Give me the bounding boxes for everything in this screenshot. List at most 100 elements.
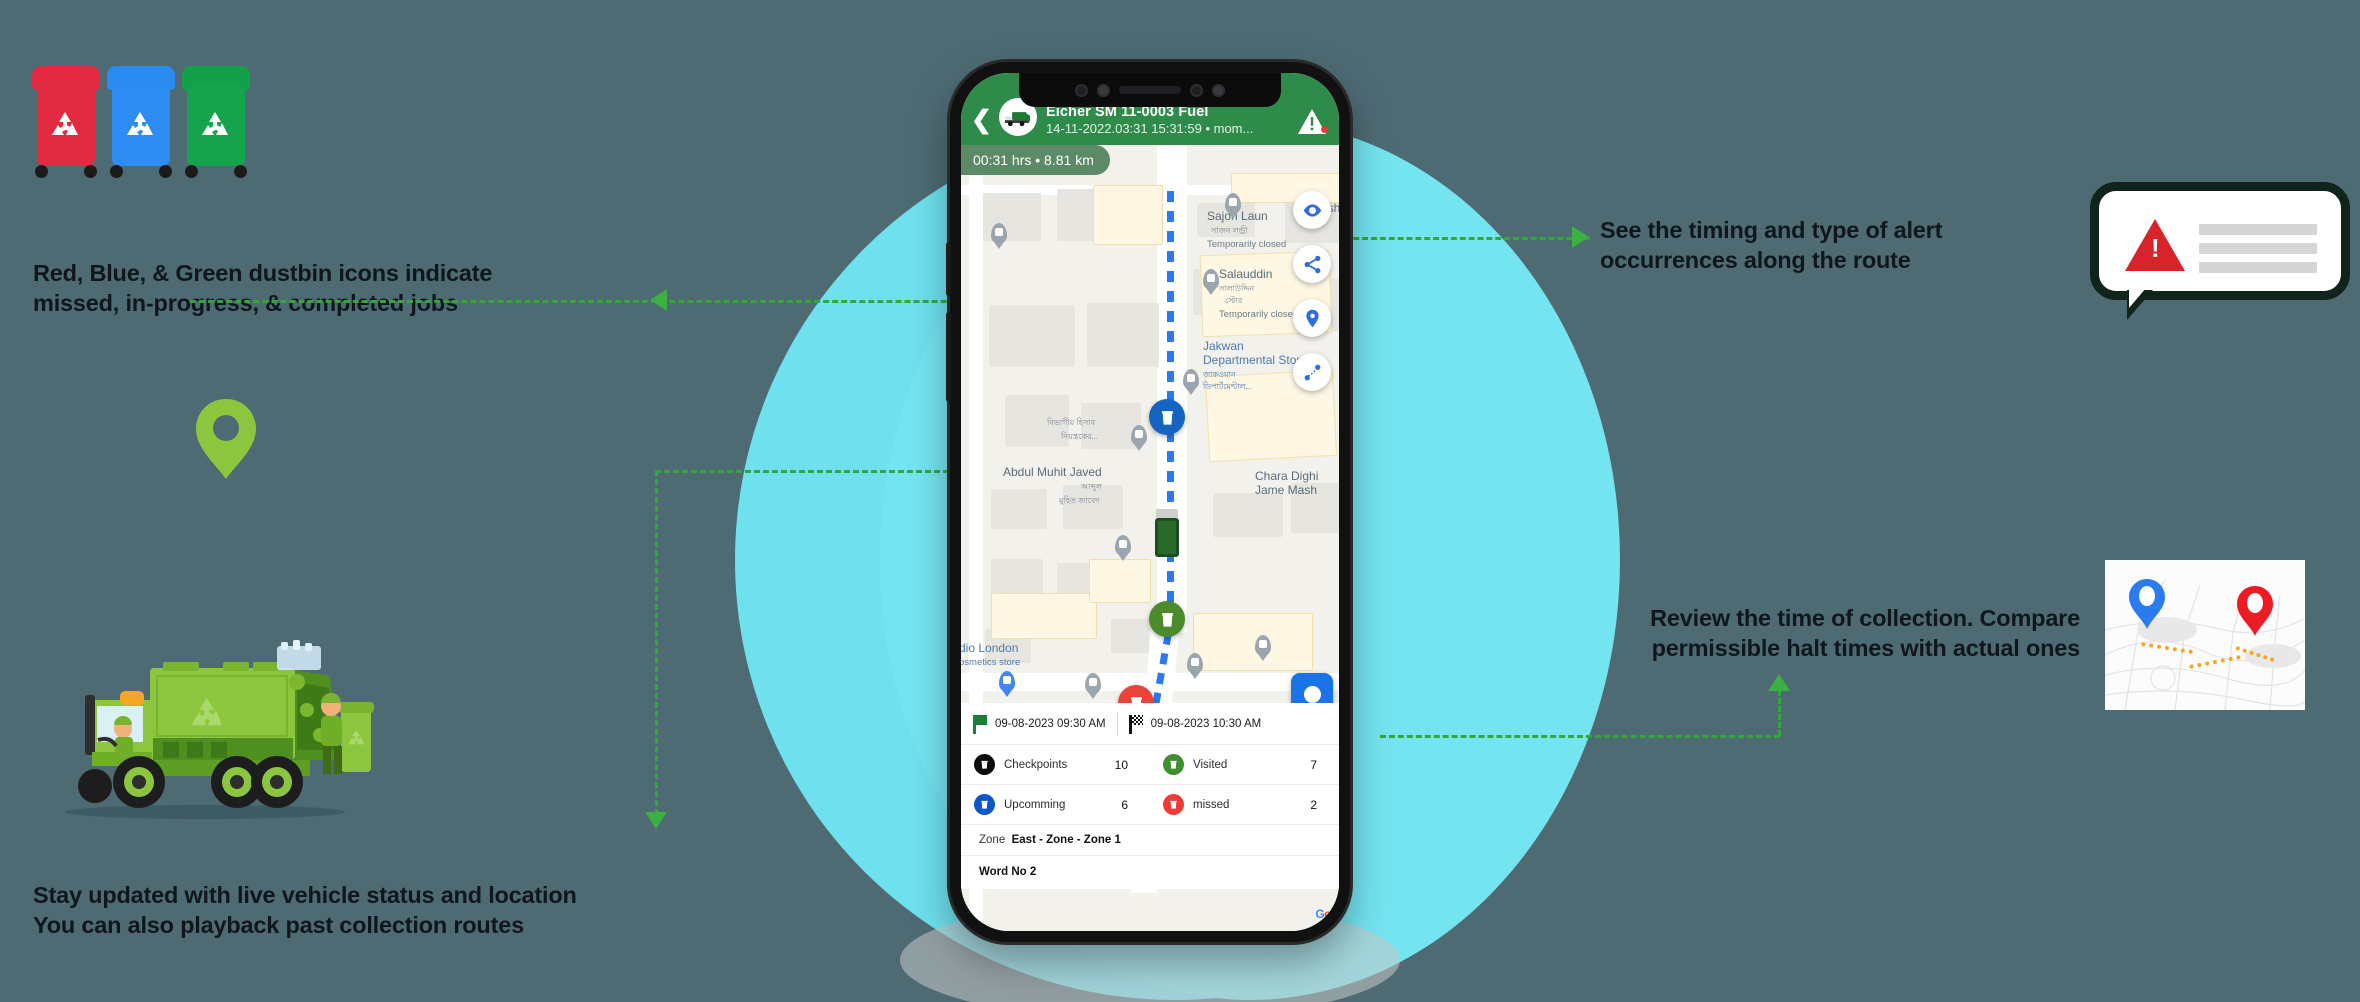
map-label: আব্দুল <box>1081 482 1102 491</box>
start-time-item: 09-08-2023 09:30 AM <box>973 714 1106 734</box>
zone-row: Zone East - Zone - Zone 1 <box>961 825 1339 856</box>
stat-value: 2 <box>1310 797 1317 812</box>
google-watermark: Go <box>1315 907 1331 921</box>
annotation-live-status: Stay updated with live vehicle status an… <box>33 880 753 940</box>
poi-pin-icon <box>991 223 1007 244</box>
bin-icon <box>1163 794 1184 815</box>
sensor-icon <box>1212 83 1225 97</box>
stat-value: 7 <box>1310 757 1317 772</box>
dustbin-illustration <box>32 48 285 193</box>
start-pin-icon <box>2129 579 2165 629</box>
bin-icon <box>1163 754 1184 775</box>
poi-pin-icon <box>1187 653 1203 674</box>
eye-icon <box>1303 203 1321 217</box>
marker-vehicle[interactable] <box>1154 507 1180 559</box>
connector-line-halt <box>1380 735 1780 738</box>
alert-button[interactable] <box>1297 108 1328 135</box>
garbage-truck-illustration <box>65 640 374 819</box>
marker-checkpoint-visited[interactable] <box>1149 601 1185 637</box>
annotation-line: missed, in-progress, & completed jobs <box>33 290 458 317</box>
poi-pin-icon <box>1225 193 1241 214</box>
warning-triangle-icon: ! <box>2125 219 2185 271</box>
stat-label: Checkpoints <box>1004 758 1068 771</box>
map-label: মুহিত জাবেদ <box>1059 496 1100 505</box>
poi-pin-icon <box>999 671 1015 692</box>
map-pin-illustration <box>196 399 256 479</box>
end-time-text: 09-08-2023 10:30 AM <box>1150 718 1262 730</box>
sensor-icon <box>1097 83 1110 97</box>
annotation-line: occurrences along the route <box>1600 247 1911 274</box>
alert-badge <box>1321 126 1328 133</box>
camera-icon <box>1075 83 1088 97</box>
map-label: Temporarily closed <box>1207 239 1287 250</box>
map-label: Departmental Store <box>1203 353 1308 367</box>
annotation-line: Stay updated with live vehicle status an… <box>33 882 577 908</box>
stat-missed[interactable]: missed 2 <box>1150 785 1339 825</box>
connector-arrow-halt <box>1768 674 1790 691</box>
map-label: osmetics store <box>961 657 1021 668</box>
divider <box>1116 712 1118 736</box>
zone-label: Zone <box>979 834 1006 846</box>
map-label: dio London <box>961 641 1019 655</box>
start-time-text: 09-08-2023 09:30 AM <box>995 718 1106 730</box>
stat-checkpoints[interactable]: Checkpoints 10 <box>961 745 1150 785</box>
map-label: Abdul Muhit Javed <box>1003 465 1102 479</box>
map-label: সাজন লন্ড্রী <box>1211 226 1248 235</box>
recenter-icon <box>1303 685 1321 703</box>
ward-row: Word No 2 <box>979 866 1037 878</box>
recycle-icon <box>52 112 78 135</box>
green-flag-icon <box>973 714 988 734</box>
earpiece-speaker <box>1119 86 1181 94</box>
phone-mockup: Sajon Laun সাজন লন্ড্রী Temporarily clos… <box>946 62 1350 942</box>
vehicle-top-icon <box>1155 509 1179 557</box>
map-control-place-icon[interactable] <box>1293 299 1331 337</box>
annotation-dustbin-legend: Red, Blue, & Green dustbin icons indicat… <box>33 258 493 318</box>
bubble-text-lines <box>2199 224 2317 281</box>
poi-pin-icon <box>1183 369 1199 390</box>
map-label: স্টোর <box>1225 296 1243 305</box>
vehicle-subtitle: 14-11-2022.03:31 15:31:59 • mom... <box>1045 120 1254 136</box>
route-map-thumbnail <box>2105 560 2305 710</box>
bubble-tail-inner <box>2129 288 2146 308</box>
connector-arrow-dustbin <box>650 289 667 311</box>
connector-line-halt-v <box>1778 690 1781 736</box>
bin-icon <box>974 754 995 775</box>
map-control-share-icon[interactable] <box>1293 245 1331 283</box>
connector-arrow-alerts <box>1572 226 1589 248</box>
share-icon <box>1304 255 1320 273</box>
map-label: Chara Dighi <box>1255 469 1319 483</box>
checkered-flag-icon <box>1128 714 1144 734</box>
bin-icon <box>1161 410 1173 425</box>
annotation-line: Review the time of collection. Compare <box>1650 605 2080 631</box>
marker-checkpoint-upcoming[interactable] <box>1149 399 1185 435</box>
connector-arrow-livestatus <box>645 812 667 829</box>
annotation-line: See the timing and type of alert <box>1600 217 1943 243</box>
back-button[interactable]: ❮ <box>971 108 992 133</box>
map-label: Jame Mash <box>1255 483 1318 497</box>
poi-pin-icon <box>1085 673 1101 694</box>
connector-line-dustbin <box>190 300 1010 303</box>
end-time-item: 09-08-2023 10:30 AM <box>1128 714 1262 734</box>
map-label: Temporarily closed <box>1219 309 1299 320</box>
stat-label: Upcomming <box>1004 798 1066 811</box>
poi-pin-icon <box>1115 535 1131 556</box>
garbage-truck-icon <box>1005 111 1031 126</box>
bin-icon <box>1161 612 1173 627</box>
map-label: বিভাগীয় হিসাব <box>1047 418 1096 427</box>
dustbin-blue <box>107 66 175 178</box>
poi-pin-icon <box>1203 269 1219 290</box>
map-label: Salauddin <box>1219 267 1273 281</box>
map-control-route-icon[interactable] <box>1293 353 1331 391</box>
end-pin-icon <box>2237 586 2273 636</box>
map-label: ডিপার্টমেন্টাল... <box>1203 382 1253 391</box>
dustbin-green <box>182 66 250 178</box>
phone-screen: Sajon Laun সাজন লন্ড্রী Temporarily clos… <box>961 73 1339 931</box>
dustbin-red <box>32 66 100 178</box>
camera-icon <box>1190 83 1203 97</box>
map-control-eye-icon[interactable] <box>1293 191 1331 229</box>
stat-label: missed <box>1193 798 1230 811</box>
stat-visited[interactable]: Visited 7 <box>1150 745 1339 785</box>
map-label: নিয়ন্ত্রকের... <box>1061 432 1099 441</box>
stat-upcoming[interactable]: Upcomming 6 <box>961 785 1150 825</box>
annotation-line: Red, Blue, & Green dustbin icons indicat… <box>33 260 493 286</box>
